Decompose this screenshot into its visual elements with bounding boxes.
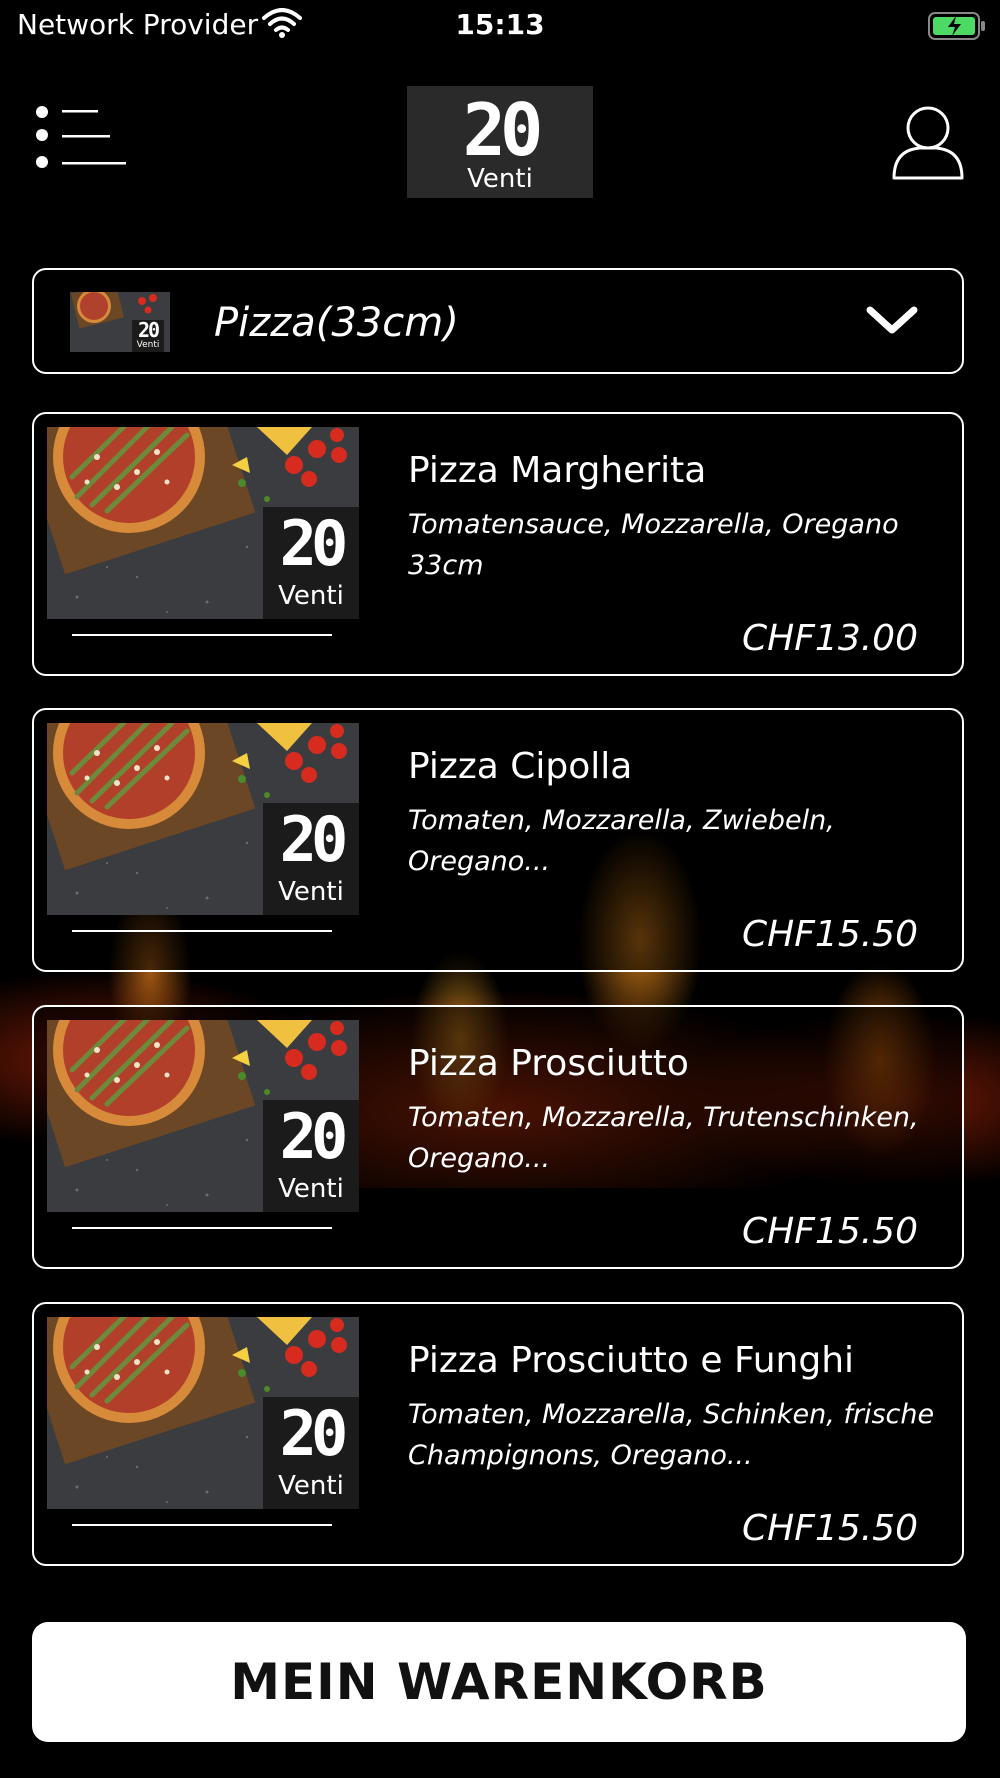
logo-digits: 20 [462, 88, 544, 172]
badge-word: Venti [278, 877, 344, 907]
badge-digits: 20 [279, 803, 349, 876]
status-bar: Network Provider 15:13 [0, 0, 1000, 52]
divider [72, 1227, 332, 1229]
badge-word: Venti [278, 581, 344, 611]
category-thumb-word: Venti [136, 340, 160, 350]
product-price: CHF15.50 [742, 1508, 918, 1549]
product-description: Tomaten, Mozzarella, Zwiebeln, Oregano..… [408, 805, 835, 877]
clock: 15:13 [455, 8, 545, 41]
chevron-down-icon [866, 306, 918, 334]
badge-word: Venti [278, 1471, 344, 1501]
logo-word: Venti [467, 164, 533, 194]
venti-logo: 20 Venti [407, 86, 593, 198]
badge-digits: 20 [279, 1100, 349, 1173]
product-description: Tomatensauce, Mozzarella, Oregano 33cm [408, 509, 899, 581]
product-card[interactable]: 20 Venti Pizza Cipolla Tomaten, Mozzarel… [32, 708, 964, 972]
menu-button[interactable] [36, 106, 126, 172]
product-price: CHF15.50 [742, 1211, 918, 1252]
product-card[interactable]: 20 Venti Pizza Margherita Tomatensauce, … [32, 412, 964, 676]
product-name: Pizza Cipolla [408, 746, 633, 787]
venti-badge: 20 Venti [263, 1397, 359, 1509]
user-icon [892, 106, 964, 180]
product-price: CHF13.00 [742, 618, 918, 659]
category-thumb-digits: 20 [137, 318, 160, 342]
venti-badge: 20 Venti [263, 1100, 359, 1212]
product-price: CHF15.50 [742, 914, 918, 955]
product-image: 20 Venti [47, 1020, 359, 1212]
badge-digits: 20 [279, 507, 349, 580]
list-menu-icon [36, 106, 126, 168]
divider [72, 634, 332, 636]
product-name: Pizza Prosciutto e Funghi [408, 1340, 855, 1381]
cart-button-label: MEIN WARENKORB [230, 1653, 768, 1711]
category-thumbnail: 20 Venti [70, 282, 170, 352]
divider [72, 930, 332, 932]
category-label: Pizza(33cm) [214, 300, 459, 346]
venti-badge: 20 Venti [263, 803, 359, 915]
product-card[interactable]: 20 Venti Pizza Prosciutto e Funghi Tomat… [32, 1302, 964, 1566]
product-image: 20 Venti [47, 427, 359, 619]
product-name: Pizza Margherita [408, 450, 707, 491]
product-image: 20 Venti [47, 723, 359, 915]
product-card[interactable]: 20 Venti Pizza Prosciutto Tomaten, Mozza… [32, 1005, 964, 1269]
badge-word: Venti [278, 1174, 344, 1204]
product-name: Pizza Prosciutto [408, 1043, 689, 1084]
divider [72, 1524, 332, 1526]
product-description: Tomaten, Mozzarella, Trutenschinken, Ore… [408, 1102, 919, 1174]
badge-digits: 20 [279, 1397, 349, 1470]
battery-icon [928, 12, 985, 40]
product-image: 20 Venti [47, 1317, 359, 1509]
category-dropdown[interactable]: 20 Venti Pizza(33cm) [32, 268, 964, 374]
venti-badge: 20 Venti [263, 507, 359, 619]
profile-button[interactable] [890, 104, 966, 182]
product-description: Tomaten, Mozzarella, Schinken, frische C… [408, 1399, 935, 1471]
cart-button[interactable]: MEIN WARENKORB [32, 1622, 966, 1742]
